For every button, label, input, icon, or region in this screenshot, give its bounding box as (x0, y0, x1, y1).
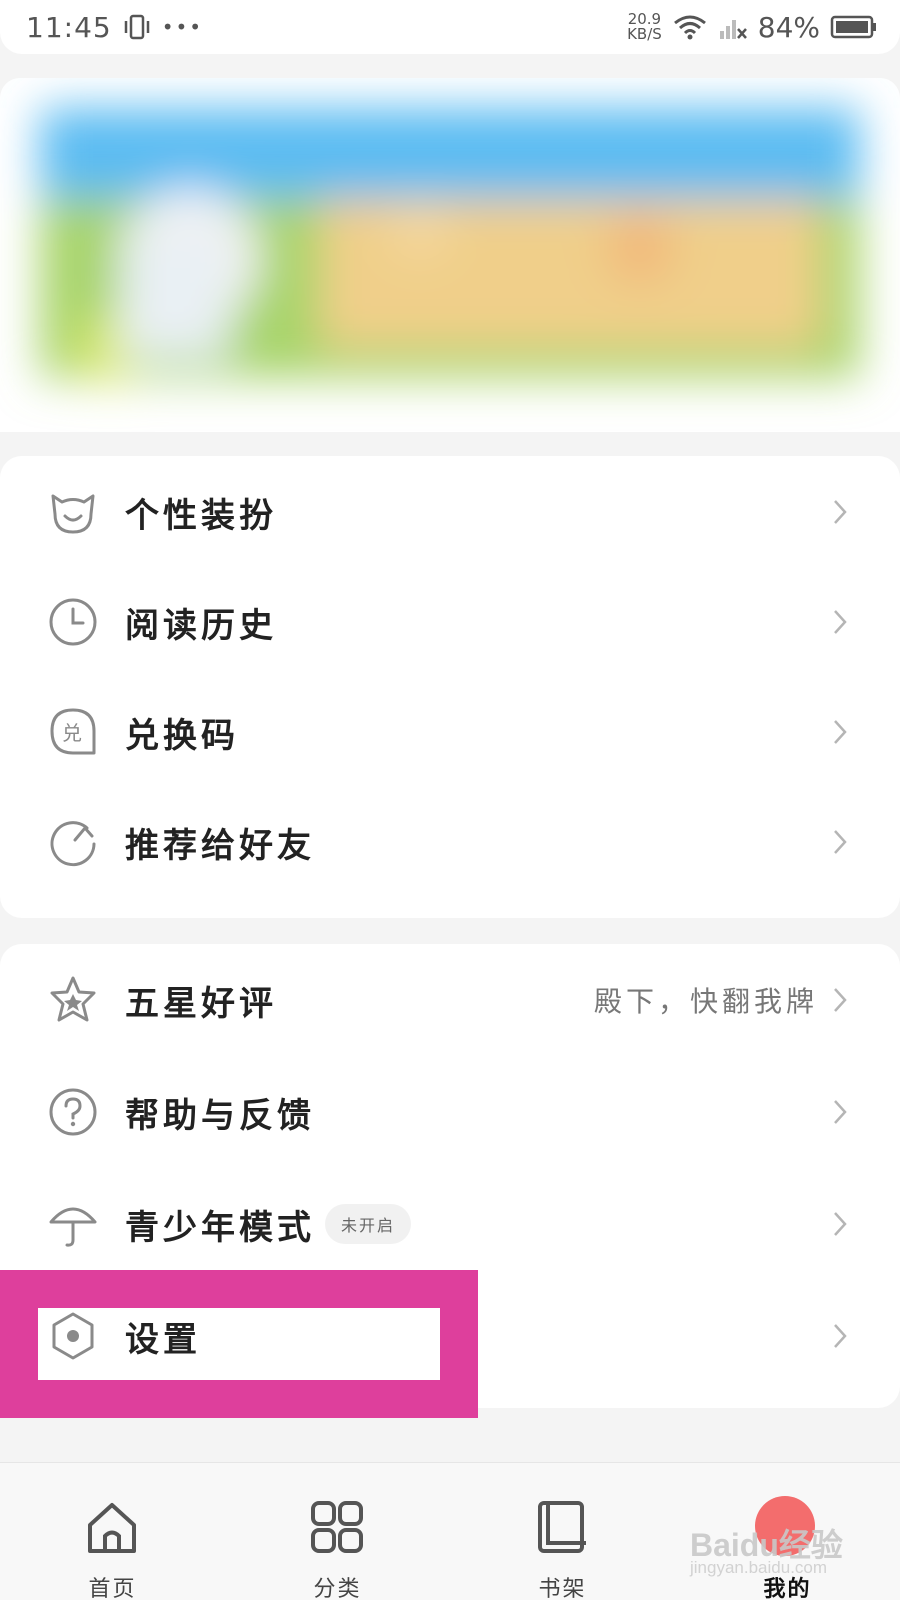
star-icon (50, 976, 96, 1022)
chevron-right-icon (834, 720, 847, 744)
battery-icon (830, 15, 876, 39)
nav-tab-home[interactable]: 首页 (0, 1463, 225, 1600)
cat-face-icon (51, 494, 95, 534)
rate-hint-text: 殿下，快翻我牌 (593, 985, 818, 1018)
wifi-icon (673, 15, 706, 40)
menu-label: 个性装扮 (125, 495, 277, 536)
battery-percent: 84% (757, 10, 820, 44)
nav-label: 书架 (538, 1577, 587, 1600)
banner-image (40, 108, 860, 383)
network-speed-unit: KB/S (627, 25, 662, 43)
chevron-right-icon (834, 830, 847, 854)
settings-hex-icon (52, 1312, 94, 1360)
nav-label: 分类 (313, 1577, 362, 1600)
redeem-code-icon: 兑 (50, 708, 96, 755)
chevron-right-icon (834, 500, 847, 524)
menu-item-help-feedback[interactable]: 帮助与反馈 (0, 1056, 900, 1168)
network-speed: 20.9 KB/S (627, 12, 662, 42)
menu-label: 推荐给好友 (125, 825, 315, 866)
chevron-right-icon (834, 1100, 847, 1124)
more-dots: ••• (161, 15, 204, 39)
menu-group-1: 个性装扮 阅读历史 兑 兑换码 推荐给好友 (0, 456, 900, 918)
status-bar: 11:45 ••• 20.9 KB/S 84% (0, 0, 900, 54)
menu-group-2: 五星好评 殿下，快翻我牌 帮助与反馈 青少年模式 未开启 设置 (0, 944, 900, 1408)
help-icon (49, 1088, 97, 1136)
chevron-right-icon (834, 1324, 847, 1348)
menu-label: 阅读历史 (125, 605, 277, 646)
share-icon (50, 821, 96, 867)
menu-label: 设置 (125, 1319, 201, 1360)
nav-tab-bookshelf[interactable]: 书架 (450, 1463, 675, 1600)
umbrella-icon (49, 1207, 97, 1247)
vibrate-icon (124, 14, 149, 40)
menu-label: 五星好评 (125, 983, 277, 1024)
chevron-right-icon (834, 610, 847, 634)
menu-item-settings[interactable]: 设置 (0, 1280, 900, 1392)
menu-item-teen-mode[interactable]: 青少年模式 未开启 (0, 1168, 900, 1280)
menu-item-reading-history[interactable]: 阅读历史 (0, 566, 900, 678)
menu-label: 青少年模式 (125, 1207, 315, 1248)
clock-icon (49, 598, 97, 646)
teen-mode-status-badge: 未开启 (325, 1204, 412, 1244)
status-time: 11:45 (26, 10, 112, 44)
menu-item-recommend-friends[interactable]: 推荐给好友 (0, 786, 900, 898)
nav-label: 首页 (88, 1577, 137, 1600)
category-grid-icon (311, 1501, 363, 1553)
signal-icon (719, 20, 747, 39)
menu-item-appearance[interactable]: 个性装扮 (0, 456, 900, 568)
home-icon (88, 1503, 136, 1553)
menu-label: 兑换码 (125, 715, 239, 756)
menu-label: 帮助与反馈 (125, 1095, 315, 1136)
nav-tab-category[interactable]: 分类 (225, 1463, 450, 1600)
svg-text:兑: 兑 (62, 721, 82, 745)
promo-banner[interactable] (0, 78, 900, 432)
menu-item-redeem-code[interactable]: 兑 兑换码 (0, 676, 900, 788)
watermark-sub: jingyan.baidu.com (690, 1558, 828, 1577)
chevron-right-icon (834, 1212, 847, 1236)
chevron-right-icon (834, 988, 847, 1012)
menu-item-rate-five-stars[interactable]: 五星好评 殿下，快翻我牌 (0, 944, 900, 1056)
bookshelf-icon (538, 1501, 586, 1553)
